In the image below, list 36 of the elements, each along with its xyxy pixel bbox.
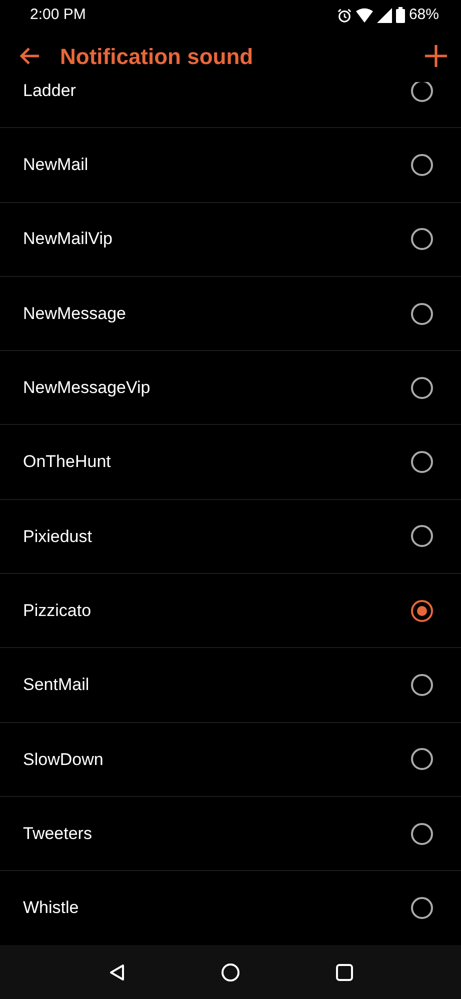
radio-button[interactable] bbox=[411, 154, 433, 176]
sound-name: Ladder bbox=[23, 82, 76, 102]
radio-button[interactable] bbox=[411, 82, 433, 102]
alarm-icon bbox=[336, 8, 352, 22]
clock-time: 2:00 PM bbox=[30, 4, 86, 25]
back-arrow-icon[interactable] bbox=[20, 47, 40, 65]
sound-name: Pizzicato bbox=[23, 600, 92, 622]
radio-button[interactable] bbox=[411, 451, 433, 474]
sound-name: NewMailVip bbox=[23, 228, 112, 250]
sound-name: NewMessage bbox=[23, 302, 126, 325]
wifi-icon bbox=[356, 8, 373, 22]
add-icon[interactable] bbox=[425, 45, 447, 67]
sound-name: SentMail bbox=[23, 674, 90, 696]
radio-button[interactable] bbox=[411, 302, 433, 325]
sound-name: SlowDown bbox=[23, 748, 104, 771]
radio-button[interactable] bbox=[411, 600, 433, 622]
radio-button[interactable] bbox=[411, 748, 433, 770]
home-nav-icon[interactable] bbox=[220, 962, 240, 982]
radio-button[interactable] bbox=[411, 896, 433, 919]
signal-icon bbox=[376, 8, 392, 22]
radio-button[interactable] bbox=[411, 822, 433, 845]
sound-name: Pixiedust bbox=[23, 526, 92, 548]
sound-name: Whistle bbox=[23, 897, 79, 920]
sound-name: NewMessageVip bbox=[23, 377, 150, 400]
radio-button[interactable] bbox=[411, 228, 433, 250]
screen-title: Notification sound bbox=[60, 42, 254, 70]
recents-nav-icon[interactable] bbox=[336, 964, 352, 980]
radio-button[interactable] bbox=[411, 525, 433, 548]
radio-button[interactable] bbox=[411, 674, 433, 696]
sound-name: Tweeters bbox=[23, 822, 92, 845]
sound-name: NewMail bbox=[23, 154, 88, 176]
battery-percent: 68% bbox=[408, 4, 439, 25]
back-nav-icon[interactable] bbox=[108, 964, 124, 980]
battery-icon bbox=[396, 7, 405, 23]
radio-button[interactable] bbox=[411, 376, 433, 399]
sound-name: OnTheHunt bbox=[23, 451, 111, 474]
